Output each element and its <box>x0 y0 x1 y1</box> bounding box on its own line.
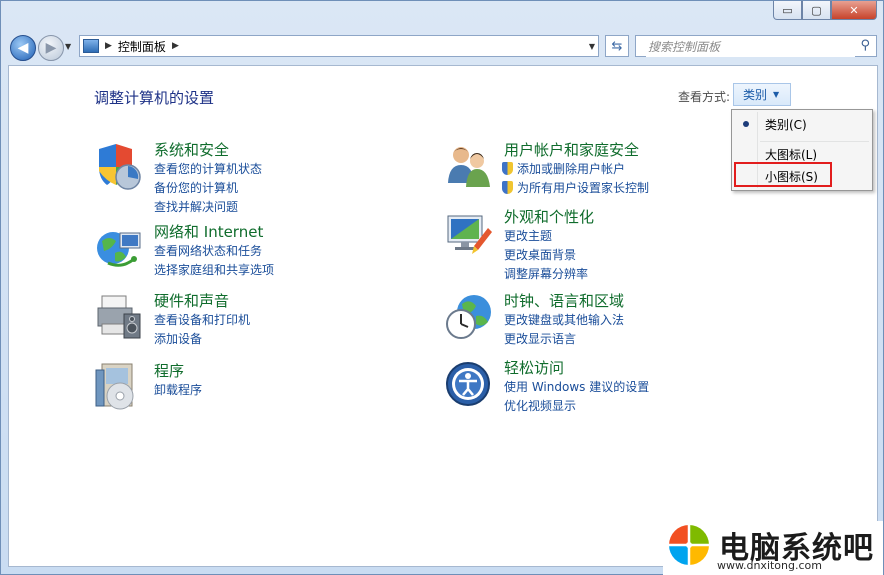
minimize-icon: ▭ <box>782 3 793 17</box>
forward-button[interactable]: ▶ <box>38 35 64 61</box>
windows-logo-icon <box>669 525 709 565</box>
category-link[interactable]: 调整屏幕分辨率 <box>504 265 588 282</box>
category-title[interactable]: 网络和 Internet <box>154 221 263 242</box>
category-link[interactable]: 卸载程序 <box>154 381 202 398</box>
uac-shield-icon <box>502 181 513 194</box>
search-input[interactable] <box>646 37 855 57</box>
uac-shield-icon <box>502 162 513 175</box>
address-dropdown-icon[interactable]: ▼ <box>589 42 595 51</box>
user-accounts-icon[interactable] <box>444 141 494 191</box>
category-link[interactable]: 添加或删除用户帐户 <box>502 160 625 177</box>
refresh-button[interactable]: ⇆ <box>605 35 629 57</box>
address-bar[interactable]: ▶ 控制面板 ▶ ▼ <box>79 35 599 57</box>
category-link[interactable]: 更改桌面背景 <box>504 246 576 263</box>
caption-buttons: ▭ ▢ ✕ <box>773 1 877 20</box>
category-link[interactable]: 添加设备 <box>154 330 202 347</box>
menu-separator <box>760 141 869 142</box>
hardware-sound-icon[interactable] <box>94 292 144 342</box>
back-button[interactable]: ◀ <box>10 35 36 61</box>
close-icon: ✕ <box>849 3 859 17</box>
category-link-label: 为所有用户设置家长控制 <box>517 181 650 195</box>
category-link[interactable]: 查看网络状态和任务 <box>154 242 262 259</box>
category-title[interactable]: 时钟、语言和区域 <box>504 290 624 311</box>
category-title[interactable]: 程序 <box>154 360 184 381</box>
chevron-down-icon: ▼ <box>773 90 780 99</box>
maximize-button[interactable]: ▢ <box>802 1 831 20</box>
breadcrumb-separator-icon[interactable]: ▶ <box>105 41 112 51</box>
navigation-bar: ◀ ▶ ▼ ▶ 控制面板 ▶ ▼ ⇆ ⚲ <box>7 27 877 65</box>
programs-icon[interactable] <box>94 362 144 412</box>
category-link[interactable]: 优化视频显示 <box>504 397 576 414</box>
search-icon[interactable]: ⚲ <box>860 38 870 53</box>
recent-pages-dropdown[interactable]: ▼ <box>65 42 71 51</box>
clock-region-icon[interactable] <box>444 292 494 342</box>
category-title[interactable]: 用户帐户和家庭安全 <box>504 139 639 160</box>
ease-of-access-icon[interactable] <box>444 359 494 409</box>
appearance-icon[interactable] <box>444 208 494 258</box>
minimize-button[interactable]: ▭ <box>773 1 802 20</box>
category-link[interactable]: 为所有用户设置家长控制 <box>502 179 649 196</box>
category-link[interactable]: 备份您的计算机 <box>154 179 238 196</box>
category-title[interactable]: 硬件和声音 <box>154 290 229 311</box>
control-panel-icon <box>83 39 99 53</box>
category-link-label: 添加或删除用户帐户 <box>517 162 626 176</box>
search-box[interactable]: ⚲ <box>635 35 877 57</box>
category-link[interactable]: 选择家庭组和共享选项 <box>154 261 274 278</box>
menu-item-large-icons[interactable]: 大图标(L) <box>765 146 817 163</box>
network-icon[interactable] <box>94 223 144 273</box>
view-by-value: 类别 <box>743 88 768 102</box>
control-panel-window: ▭ ▢ ✕ ◀ ▶ ▼ ▶ 控制面板 ▶ ▼ ⇆ ⚲ 调整计算机的设置 查看方式… <box>0 0 884 575</box>
view-by-label: 查看方式: <box>678 90 731 104</box>
forward-arrow-icon: ▶ <box>45 40 57 56</box>
category-link[interactable]: 查看设备和打印机 <box>154 311 250 328</box>
category-link[interactable]: 查找并解决问题 <box>154 198 238 215</box>
watermark-url: www.dnxitong.com <box>717 559 822 572</box>
refresh-icon: ⇆ <box>611 38 623 54</box>
system-security-icon[interactable] <box>94 141 144 191</box>
highlight-box <box>734 162 832 187</box>
category-link[interactable]: 更改显示语言 <box>504 330 576 347</box>
menu-item-category[interactable]: 类别(C) <box>765 116 807 133</box>
category-title[interactable]: 外观和个性化 <box>504 206 594 227</box>
category-link[interactable]: 使用 Windows 建议的设置 <box>504 378 649 395</box>
category-title[interactable]: 轻松访问 <box>504 357 564 378</box>
watermark: 电脑系统吧 www.dnxitong.com <box>663 521 883 575</box>
back-arrow-icon: ◀ <box>17 40 29 56</box>
close-button[interactable]: ✕ <box>831 1 877 20</box>
category-link[interactable]: 查看您的计算机状态 <box>154 160 262 177</box>
category-link[interactable]: 更改键盘或其他输入法 <box>504 311 624 328</box>
category-link[interactable]: 更改主题 <box>504 227 552 244</box>
category-title[interactable]: 系统和安全 <box>154 139 229 160</box>
radio-selected-icon <box>743 121 749 127</box>
breadcrumb-separator-icon[interactable]: ▶ <box>172 41 179 51</box>
breadcrumb-control-panel[interactable]: 控制面板 <box>118 38 166 55</box>
view-by-dropdown[interactable]: 类别 ▼ <box>733 83 791 106</box>
maximize-icon: ▢ <box>811 3 822 17</box>
page-title: 调整计算机的设置 <box>94 89 215 107</box>
